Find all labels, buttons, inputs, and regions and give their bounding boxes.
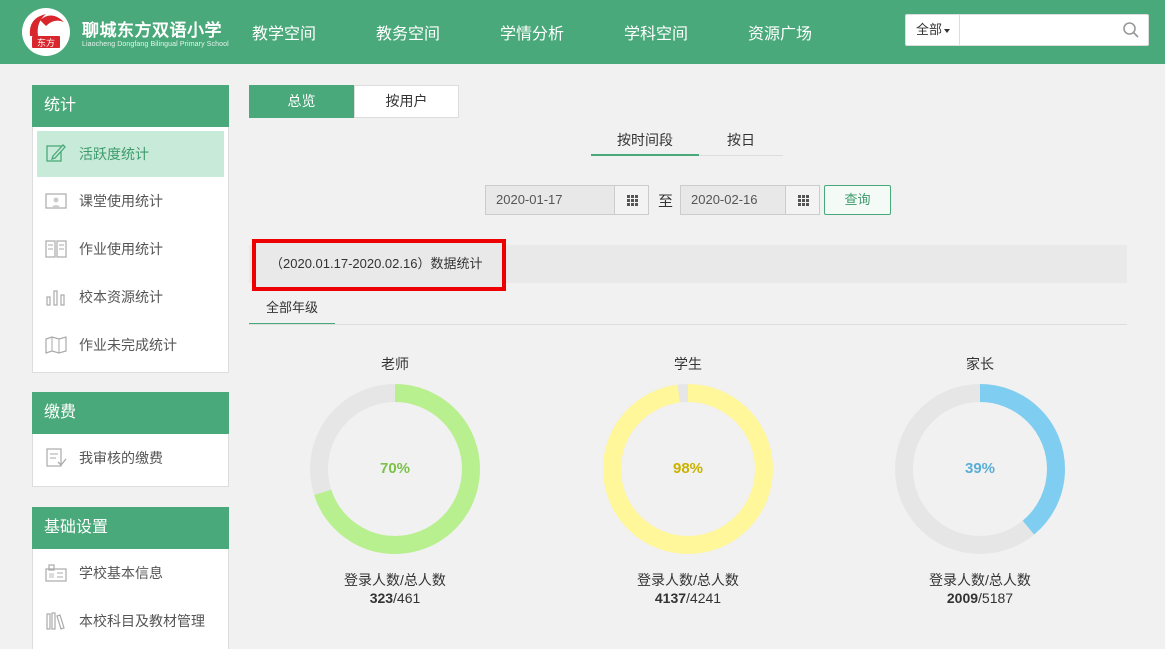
search-box: 全部 xyxy=(905,14,1149,46)
login-count: 4137/4241 xyxy=(588,590,788,606)
date-from-value: 2020-01-17 xyxy=(496,192,563,207)
card-title: 老师 xyxy=(381,356,409,372)
nav-resource-square[interactable]: 资源广场 xyxy=(748,20,812,44)
main-content: 总览 按用户 按时间段 按日 2020-01-17 至 2020-02-16 查… xyxy=(249,64,1127,649)
sidebar-item-school-info[interactable]: 学校基本信息 xyxy=(33,549,228,597)
sidebar-item-activity-stats[interactable]: 活跃度统计 xyxy=(37,131,224,177)
chevron-down-icon xyxy=(944,28,951,33)
date-to-field[interactable]: 2020-02-16 xyxy=(680,185,820,215)
stats-panel: 统计 活跃度统计 课堂使用统计 作业使用统计 校本资源统计 作业未完成统计 xyxy=(32,85,229,373)
sidebar-item-subjects-textbooks[interactable]: 本校科目及教材管理 xyxy=(33,597,228,645)
login-caption: 登录人数/总人数 xyxy=(929,572,1031,588)
sidebar-item-resource-stats[interactable]: 校本资源统计 xyxy=(33,273,228,321)
fees-panel-title: 缴费 xyxy=(32,392,229,434)
classroom-icon xyxy=(45,193,67,209)
stats-panel-title: 统计 xyxy=(32,85,229,127)
nav-academic-space[interactable]: 教务空间 xyxy=(376,20,440,44)
total-count: /4241 xyxy=(686,590,722,606)
nav-learning-analysis[interactable]: 学情分析 xyxy=(500,20,564,44)
tab-by-user[interactable]: 按用户 xyxy=(354,85,459,118)
sidebar-item-label: 学校基本信息 xyxy=(79,565,163,581)
student-login-card: 学生 98% 登录人数/总人数 4137/4241 xyxy=(588,354,788,614)
school-name-en: Liaocheng Dongfang Bilingual Primary Sch… xyxy=(82,41,229,48)
logo-text: 东方 xyxy=(37,37,55,49)
total-count: /5187 xyxy=(978,590,1014,606)
sidebar-item-classroom-stats[interactable]: 课堂使用统计 xyxy=(33,177,228,225)
grid-icon xyxy=(627,195,638,206)
logged-count: 323 xyxy=(369,590,394,606)
teacher-login-card: 老师 70% 登录人数/总人数 323/461 xyxy=(295,354,495,614)
tab-by-day[interactable]: 按日 xyxy=(699,128,783,156)
tab-overview[interactable]: 总览 xyxy=(249,85,354,118)
parent-login-card: 家长 39% 登录人数/总人数 2009/5187 xyxy=(880,354,1080,614)
sidebar-item-label: 作业使用统计 xyxy=(79,241,163,257)
top-header: 东方 聊城东方双语小学 Liaocheng Dongfang Bilingual… xyxy=(0,0,1165,64)
card-title: 家长 xyxy=(966,356,994,372)
login-count: 323/461 xyxy=(295,590,495,606)
sidebar-item-homework-stats[interactable]: 作业使用统计 xyxy=(33,225,228,273)
search-icon[interactable] xyxy=(1122,21,1140,39)
sidebar-item-label: 作业未完成统计 xyxy=(79,337,177,353)
date-range-separator: 至 xyxy=(658,193,674,210)
login-caption: 登录人数/总人数 xyxy=(344,572,446,588)
sidebar-item-incomplete-homework-stats[interactable]: 作业未完成统计 xyxy=(33,321,228,369)
tab-by-period[interactable]: 按时间段 xyxy=(591,128,699,156)
percent-label: 70% xyxy=(379,460,411,477)
calendar-icon-from[interactable] xyxy=(614,186,648,214)
card-title: 学生 xyxy=(674,356,702,372)
percent-label: 39% xyxy=(964,460,996,477)
sidebar-item-label: 本校科目及教材管理 xyxy=(79,613,205,629)
map-icon xyxy=(45,336,67,354)
sidebar-item-label: 我审核的缴费 xyxy=(79,450,163,466)
logged-count: 4137 xyxy=(654,590,687,606)
stat-period-label: （2020.01.17-2020.02.16）数据统计 xyxy=(252,239,506,291)
date-from-field[interactable]: 2020-01-17 xyxy=(485,185,649,215)
settings-panel-title: 基础设置 xyxy=(32,507,229,549)
school-name: 聊城东方双语小学 xyxy=(82,21,222,40)
settings-panel: 基础设置 学校基本信息 本校科目及教材管理 xyxy=(32,507,229,649)
login-caption: 登录人数/总人数 xyxy=(637,572,739,588)
sidebar-item-my-reviewed-fees[interactable]: 我审核的缴费 xyxy=(33,434,228,482)
search-scope-label: 全部 xyxy=(916,22,943,37)
query-button[interactable]: 查询 xyxy=(824,185,891,215)
sidebar-item-label: 课堂使用统计 xyxy=(79,193,163,209)
school-logo-icon[interactable]: 东方 xyxy=(20,6,72,58)
edit-icon xyxy=(46,144,66,162)
nav-subject-space[interactable]: 学科空间 xyxy=(624,20,688,44)
homework-icon xyxy=(45,240,67,258)
document-check-icon xyxy=(46,448,67,467)
fees-panel: 缴费 我审核的缴费 xyxy=(32,392,229,487)
search-scope-dropdown[interactable]: 全部 xyxy=(906,15,960,45)
total-count: /461 xyxy=(393,590,421,606)
bar-chart-icon xyxy=(46,290,65,306)
logged-count: 2009 xyxy=(946,590,979,606)
school-info-icon xyxy=(45,564,67,582)
date-to-value: 2020-02-16 xyxy=(691,192,758,207)
search-input[interactable] xyxy=(962,17,1112,43)
books-icon xyxy=(46,612,65,630)
sidebar-item-label: 校本资源统计 xyxy=(79,289,163,305)
calendar-icon-to[interactable] xyxy=(785,186,819,214)
grid-icon xyxy=(798,195,809,206)
percent-label: 98% xyxy=(672,460,704,477)
login-count: 2009/5187 xyxy=(880,590,1080,606)
nav-teaching-space[interactable]: 教学空间 xyxy=(252,20,316,44)
sidebar-item-label: 活跃度统计 xyxy=(79,146,149,162)
tab-all-grades[interactable]: 全部年级 xyxy=(249,292,335,325)
divider xyxy=(249,324,1127,325)
